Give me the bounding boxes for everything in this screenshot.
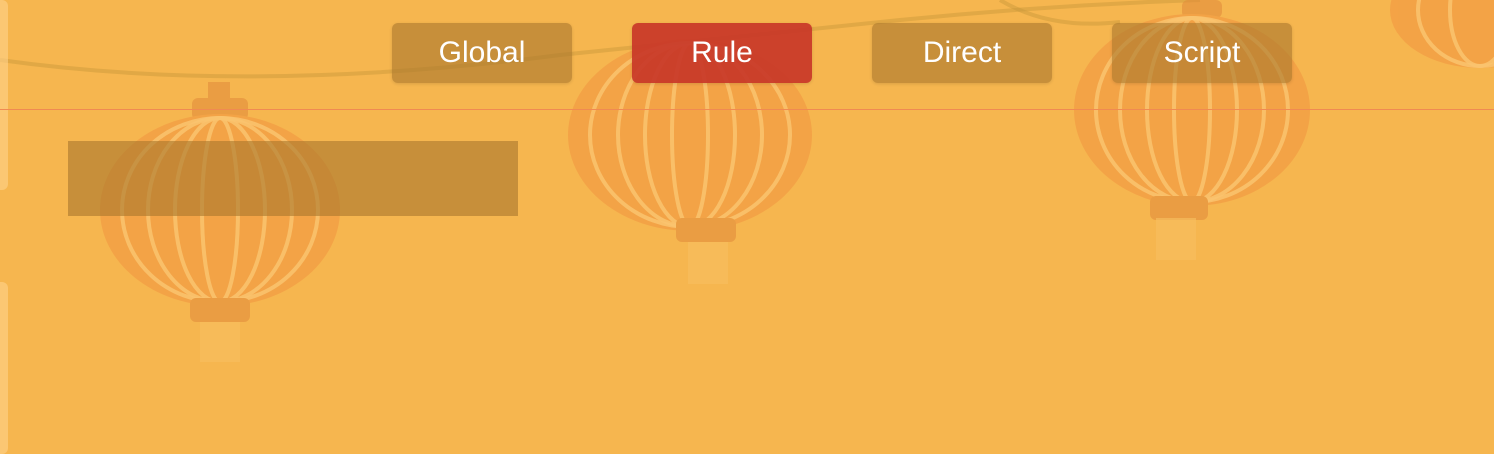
content-panel [68, 141, 518, 216]
mode-rule-button[interactable]: Rule [632, 23, 812, 83]
lantern-corner [1390, 0, 1494, 68]
left-edge-top [0, 0, 8, 190]
lantern-left [100, 82, 340, 362]
mode-global-button[interactable]: Global [392, 23, 572, 83]
mode-direct-button[interactable]: Direct [872, 23, 1052, 83]
mode-script-button[interactable]: Script [1112, 23, 1292, 83]
header-divider [0, 109, 1494, 110]
left-edge-bottom [0, 282, 8, 454]
